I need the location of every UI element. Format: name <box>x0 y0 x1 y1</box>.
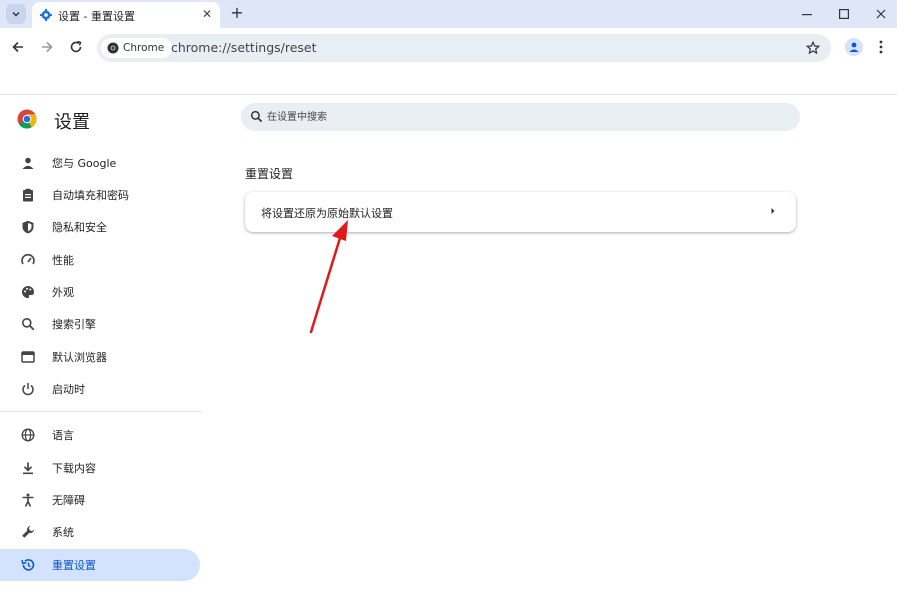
tab-title: 设置 - 重置设置 <box>58 10 135 23</box>
sidebar-item-label: 自动填充和密码 <box>52 189 129 202</box>
download-icon <box>20 460 36 476</box>
sidebar-item-label: 默认浏览器 <box>52 351 107 364</box>
sidebar-divider <box>0 411 202 412</box>
globe-icon <box>20 427 36 443</box>
clipboard-icon <box>20 187 36 203</box>
close-window-button[interactable] <box>867 4 895 24</box>
sidebar-item-languages[interactable]: 语言 <box>0 419 200 451</box>
person-icon <box>20 155 36 171</box>
palette-icon <box>20 284 36 300</box>
tab-search-button[interactable] <box>6 4 26 24</box>
chrome-logo-icon <box>17 109 37 129</box>
settings-search-box[interactable] <box>241 103 800 131</box>
bookmark-star-button[interactable] <box>803 38 823 58</box>
header-divider <box>0 94 897 95</box>
profile-avatar[interactable] <box>845 38 863 56</box>
sidebar-item-label: 系统 <box>52 526 74 539</box>
sidebar-item-label: 重置设置 <box>52 559 96 572</box>
accessibility-icon <box>20 492 36 508</box>
url-text[interactable]: chrome://settings/reset <box>171 40 317 55</box>
sidebar-item-privacy[interactable]: 隐私和安全 <box>0 211 200 243</box>
power-icon <box>20 381 36 397</box>
toolbar: Chrome chrome://settings/reset <box>0 28 897 66</box>
wrench-icon <box>20 524 36 540</box>
person-icon <box>849 42 859 52</box>
sidebar-item-downloads[interactable]: 下载内容 <box>0 452 200 484</box>
forward-arrow-icon <box>42 41 53 53</box>
back-button[interactable] <box>8 37 28 57</box>
annotation-arrow-icon <box>309 220 348 334</box>
tab-close-icon[interactable]: ✕ <box>200 7 214 21</box>
sidebar-item-search-engine[interactable]: 搜索引擎 <box>0 308 200 340</box>
browser-icon <box>20 349 36 365</box>
sidebar-item-accessibility[interactable]: 无障碍 <box>0 484 200 516</box>
search-icon <box>20 316 36 332</box>
search-icon <box>250 110 263 123</box>
close-icon <box>876 9 886 19</box>
sidebar-item-label: 隐私和安全 <box>52 221 107 234</box>
site-chip[interactable]: Chrome <box>101 38 173 58</box>
shield-icon <box>20 219 36 235</box>
sidebar-item-label: 外观 <box>52 286 74 299</box>
arrow-right-icon <box>771 208 775 214</box>
sidebar-item-label: 搜索引擎 <box>52 318 96 331</box>
speedometer-icon <box>20 252 36 268</box>
sidebar-item-label: 性能 <box>52 254 74 267</box>
search-input[interactable] <box>267 109 767 125</box>
sidebar-item-default-browser[interactable]: 默认浏览器 <box>0 341 200 373</box>
restore-icon <box>20 557 36 573</box>
sidebar-item-performance[interactable]: 性能 <box>0 244 200 276</box>
sidebar-item-autofill[interactable]: 自动填充和密码 <box>0 179 200 211</box>
page-title: 设置 <box>54 112 90 133</box>
sidebar-item-label: 您与 Google <box>52 157 117 170</box>
address-bar[interactable]: Chrome chrome://settings/reset <box>97 34 831 62</box>
sidebar-item-label: 语言 <box>52 429 74 442</box>
more-vert-icon <box>879 40 883 54</box>
sidebar-item-label: 启动时 <box>52 383 85 396</box>
chrome-icon <box>107 42 119 54</box>
sidebar-item-you-and-google[interactable]: 您与 Google <box>0 147 200 179</box>
maximize-button[interactable] <box>830 4 858 24</box>
minimize-icon <box>802 14 812 16</box>
reload-icon <box>70 40 82 53</box>
chevron-down-icon <box>12 11 20 17</box>
menu-button[interactable] <box>873 38 889 56</box>
sidebar-item-label: 下载内容 <box>52 462 96 475</box>
reload-button[interactable] <box>66 37 86 57</box>
title-bar: 设置 - 重置设置 ✕ + <box>0 0 897 28</box>
back-arrow-icon <box>12 41 23 53</box>
browser-tab[interactable]: 设置 - 重置设置 ✕ <box>32 2 220 28</box>
sidebar-item-appearance[interactable]: 外观 <box>0 276 200 308</box>
sidebar-item-reset-settings[interactable]: 重置设置 <box>0 549 200 581</box>
star-icon <box>806 41 820 55</box>
site-chip-label: Chrome <box>123 42 165 54</box>
new-tab-button[interactable]: + <box>228 4 246 22</box>
section-title: 重置设置 <box>245 167 294 181</box>
sidebar-item-label: 无障碍 <box>52 494 85 507</box>
settings-gear-icon <box>40 9 52 21</box>
sidebar-item-on-startup[interactable]: 启动时 <box>0 373 200 405</box>
forward-button[interactable] <box>37 37 57 57</box>
sidebar-item-system[interactable]: 系统 <box>0 516 200 548</box>
maximize-icon <box>839 9 849 19</box>
minimize-button[interactable] <box>793 4 821 24</box>
